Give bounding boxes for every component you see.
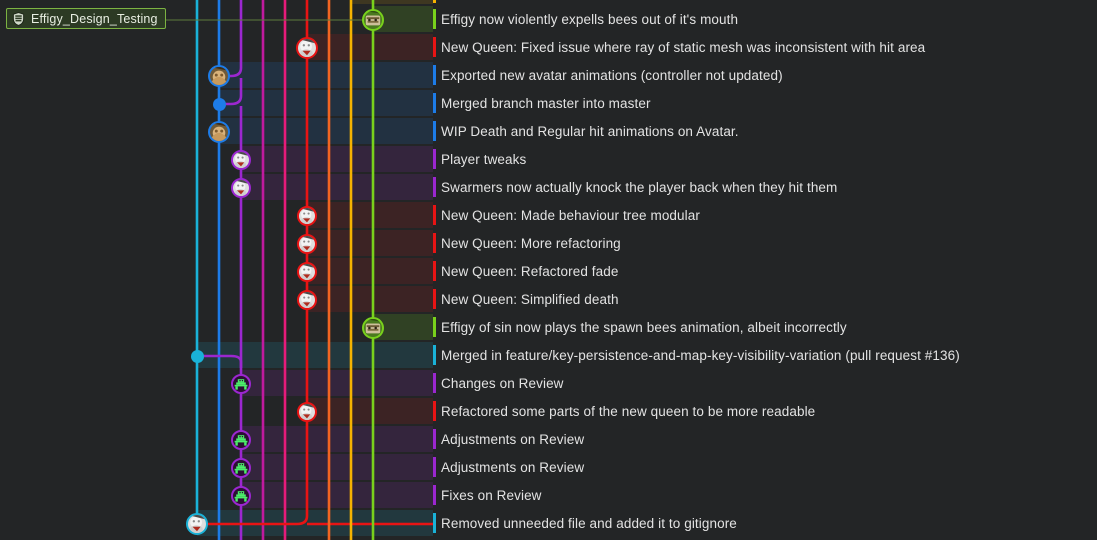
row-band [241, 146, 433, 172]
row-color-bar [433, 65, 436, 85]
row-color-bar [433, 149, 436, 169]
tan-avatar-image [210, 123, 228, 141]
commit-dot[interactable] [190, 349, 204, 363]
effigy-green-avatar-image [364, 11, 382, 29]
commit-dot[interactable] [212, 97, 226, 111]
commit-avatar-node[interactable] [231, 486, 251, 506]
green-robot-avatar-image [233, 488, 249, 504]
commit-avatar-node[interactable] [297, 206, 317, 226]
green-robot-avatar-image [233, 376, 249, 392]
commit-avatar-node[interactable] [231, 458, 251, 478]
row-band [241, 370, 433, 396]
branch-label-text: Effigy_Design_Testing [31, 11, 158, 26]
white-red-avatar-image [299, 236, 315, 252]
white-red-avatar-image [233, 180, 249, 196]
commit-avatar-node[interactable] [362, 317, 384, 339]
row-band [307, 286, 433, 312]
row-band [219, 62, 433, 88]
row-color-bar [433, 429, 436, 449]
row-color-bar [433, 261, 436, 281]
row-color-bar [433, 373, 436, 393]
commit-avatar-node[interactable] [231, 178, 251, 198]
commit-graph-canvas [152, 0, 436, 540]
commit-avatar-node[interactable] [297, 234, 317, 254]
row-band [241, 482, 433, 508]
white-red-avatar-image [299, 264, 315, 280]
row-color-bar [433, 485, 436, 505]
row-band [241, 426, 433, 452]
commit-avatar-node[interactable] [296, 37, 318, 59]
row-color-bar [433, 289, 436, 309]
row-band [219, 90, 433, 116]
row-color-bar [433, 121, 436, 141]
commit-avatar-node[interactable] [297, 262, 317, 282]
row-band [307, 202, 433, 228]
shield-icon [12, 11, 25, 26]
white-red-avatar-image [188, 515, 206, 533]
commit-avatar-node[interactable] [231, 374, 251, 394]
commit-avatar-node[interactable] [297, 290, 317, 310]
white-red-avatar-image [299, 208, 315, 224]
commit-avatar-node[interactable] [297, 402, 317, 422]
row-band [241, 454, 433, 480]
row-band [307, 34, 433, 60]
row-color-bar [433, 513, 436, 533]
white-red-avatar-image [298, 39, 316, 57]
row-color-bar [433, 177, 436, 197]
commit-avatar-node[interactable] [186, 513, 208, 535]
row-color-bar [433, 457, 436, 477]
commit-avatar-node[interactable] [208, 121, 230, 143]
white-red-avatar-image [233, 152, 249, 168]
row-color-bar [433, 205, 436, 225]
row-band [307, 398, 433, 424]
green-robot-avatar-image [233, 432, 249, 448]
row-band [219, 118, 433, 144]
row-color-bar [433, 345, 436, 365]
commit-avatar-node[interactable] [362, 9, 384, 31]
white-red-avatar-image [299, 292, 315, 308]
white-red-avatar-image [299, 404, 315, 420]
row-band [241, 174, 433, 200]
row-color-bar [433, 233, 436, 253]
commit-avatar-node[interactable] [231, 150, 251, 170]
effigy-green-avatar-image [364, 319, 382, 337]
row-color-bar [433, 37, 436, 57]
commit-avatar-node[interactable] [208, 65, 230, 87]
row-color-bars [433, 0, 436, 533]
row-color-bar [433, 401, 436, 421]
green-robot-avatar-image [233, 460, 249, 476]
row-band [307, 230, 433, 256]
row-band [307, 258, 433, 284]
row-color-bar [433, 9, 436, 29]
row-color-bar [433, 93, 436, 113]
branch-label-effigy-design-testing[interactable]: Effigy_Design_Testing [6, 8, 166, 29]
row-color-bar [433, 317, 436, 337]
tan-avatar-image [210, 67, 228, 85]
commit-avatar-node[interactable] [231, 430, 251, 450]
